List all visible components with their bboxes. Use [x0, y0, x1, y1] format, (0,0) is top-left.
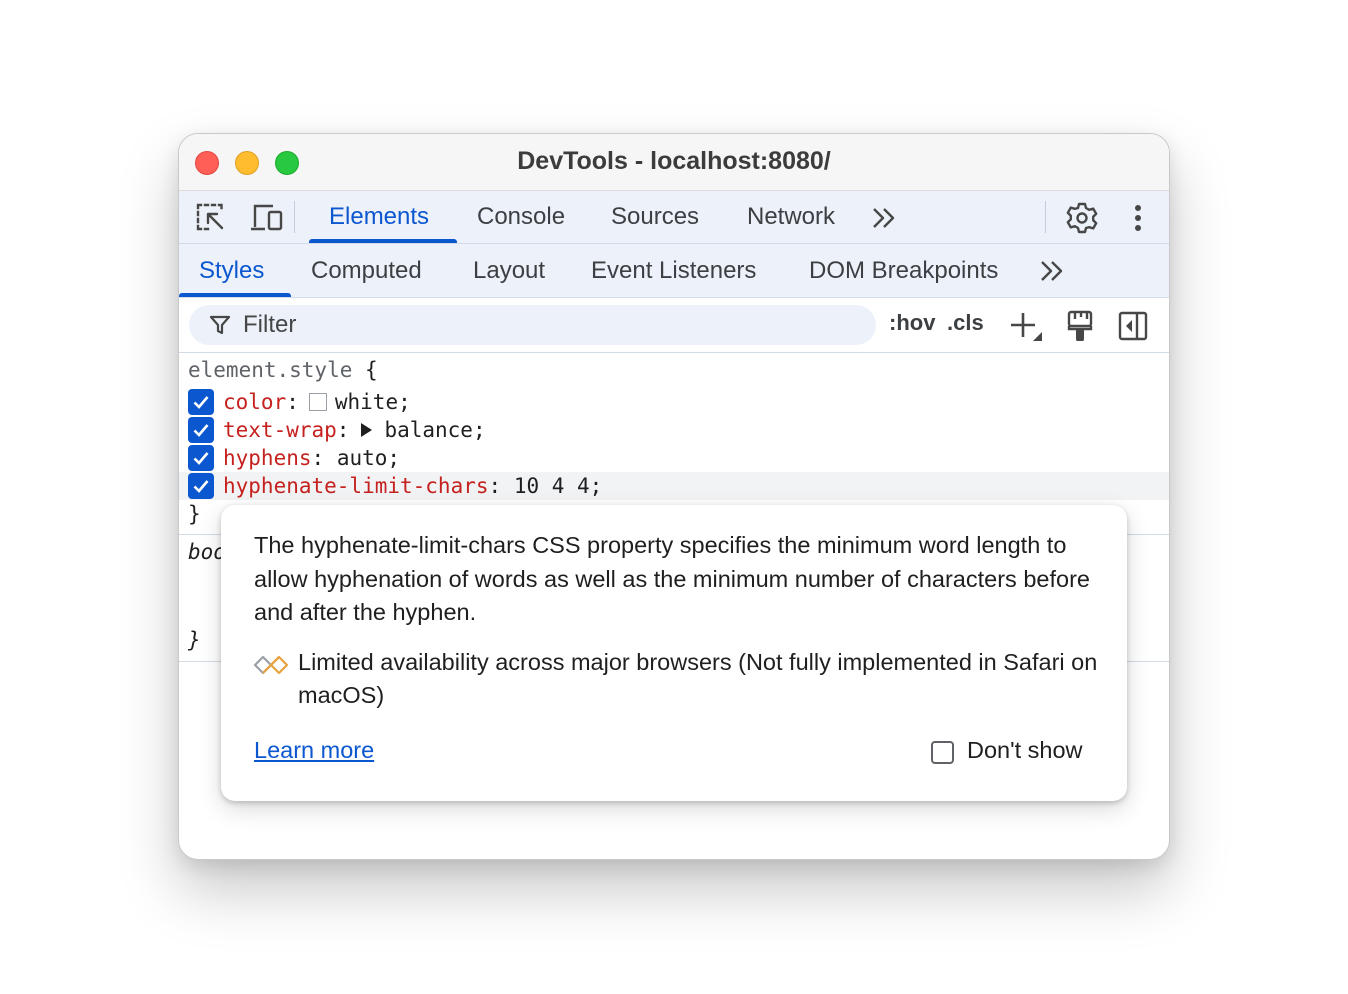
tab-sources[interactable]: Sources: [611, 191, 699, 243]
property-colon: :: [286, 390, 299, 414]
window-title: DevTools - localhost:8080/: [517, 147, 831, 175]
property-value[interactable]: auto;: [337, 446, 400, 470]
tab-network[interactable]: Network: [747, 191, 835, 243]
property-colon: :: [311, 446, 337, 470]
tab-styles[interactable]: Styles: [199, 244, 264, 297]
declaration-checkbox[interactable]: [188, 389, 214, 415]
declaration-checkbox[interactable]: [188, 417, 214, 443]
toggle-sidebar-icon[interactable]: [1115, 308, 1151, 344]
filter-input[interactable]: [243, 305, 843, 345]
rule-selector[interactable]: element.style: [188, 358, 352, 382]
tab-console[interactable]: Console: [477, 191, 565, 243]
kebab-menu-icon[interactable]: [1123, 201, 1153, 235]
property-colon: :: [336, 418, 350, 442]
rule-selector-line: element.style {: [179, 356, 1169, 384]
tab-layout[interactable]: Layout: [473, 244, 545, 297]
select-element-icon[interactable]: [193, 201, 229, 235]
plus-icon[interactable]: [1005, 308, 1045, 344]
property-colon: :: [488, 474, 514, 498]
property-name[interactable]: hyphenate-limit-chars: [223, 474, 489, 498]
gear-icon[interactable]: [1064, 200, 1100, 236]
declaration-row: color: white;: [179, 388, 1169, 416]
tab-computed[interactable]: Computed: [311, 244, 422, 297]
declaration-row: text-wrap: balance;: [179, 416, 1169, 444]
property-name[interactable]: hyphens: [223, 446, 312, 470]
property-name[interactable]: text-wrap: [223, 418, 337, 442]
declaration-row: hyphens: auto;: [179, 444, 1169, 472]
title-bar: DevTools - localhost:8080/: [179, 134, 1169, 191]
filter-icon: [209, 314, 231, 341]
availability-text: Limited availability across major browse…: [298, 649, 1098, 708]
property-name[interactable]: color: [223, 390, 286, 414]
expand-triangle-icon[interactable]: [361, 423, 373, 437]
main-tab-bar: Elements Console Sources Network: [179, 191, 1169, 244]
property-value[interactable]: 10 4 4;: [514, 474, 603, 498]
filter-box[interactable]: [189, 305, 876, 345]
toolbar-separator: [294, 201, 295, 233]
tab-dom-breakpoints[interactable]: DOM Breakpoints: [809, 244, 998, 297]
styles-toolbar: :hov .cls: [179, 298, 1169, 353]
rule-close-brace: }: [188, 628, 201, 652]
dont-show-label[interactable]: Don't show: [967, 737, 1083, 764]
paint-brush-icon[interactable]: [1063, 308, 1097, 344]
tab-event-listeners[interactable]: Event Listeners: [591, 244, 756, 297]
property-value[interactable]: white;: [335, 390, 411, 414]
double-chevron-right-icon[interactable]: [869, 203, 899, 233]
hover-state-button[interactable]: :hov: [889, 310, 935, 336]
declaration-checkbox[interactable]: [188, 473, 214, 499]
declaration-checkbox[interactable]: [188, 445, 214, 471]
tab-elements[interactable]: Elements: [329, 191, 429, 243]
rule-close-brace: }: [188, 502, 201, 526]
double-chevron-right-icon[interactable]: [1037, 256, 1067, 286]
rule-open-brace: {: [352, 358, 378, 382]
learn-more-link[interactable]: Learn more: [254, 737, 374, 764]
declaration-row-hovered: hyphenate-limit-chars: 10 4 4;: [179, 472, 1169, 500]
color-swatch[interactable]: [308, 393, 327, 411]
limited-availability-icon: [253, 653, 289, 682]
property-value[interactable]: balance;: [384, 418, 485, 442]
toolbar-separator: [1045, 201, 1046, 233]
tab-elements-underline: [309, 239, 457, 243]
css-property-info-popover: The hyphenate-limit-chars CSS property s…: [221, 505, 1127, 801]
device-toolbar-icon[interactable]: [249, 201, 285, 235]
dont-show-checkbox[interactable]: [931, 741, 954, 764]
tab-styles-underline: [179, 293, 291, 297]
sidebar-tab-bar: Styles Computed Layout Event Listeners D…: [179, 244, 1169, 298]
property-description: The hyphenate-limit-chars CSS property s…: [254, 532, 1090, 625]
class-toggle-button[interactable]: .cls: [947, 310, 984, 336]
